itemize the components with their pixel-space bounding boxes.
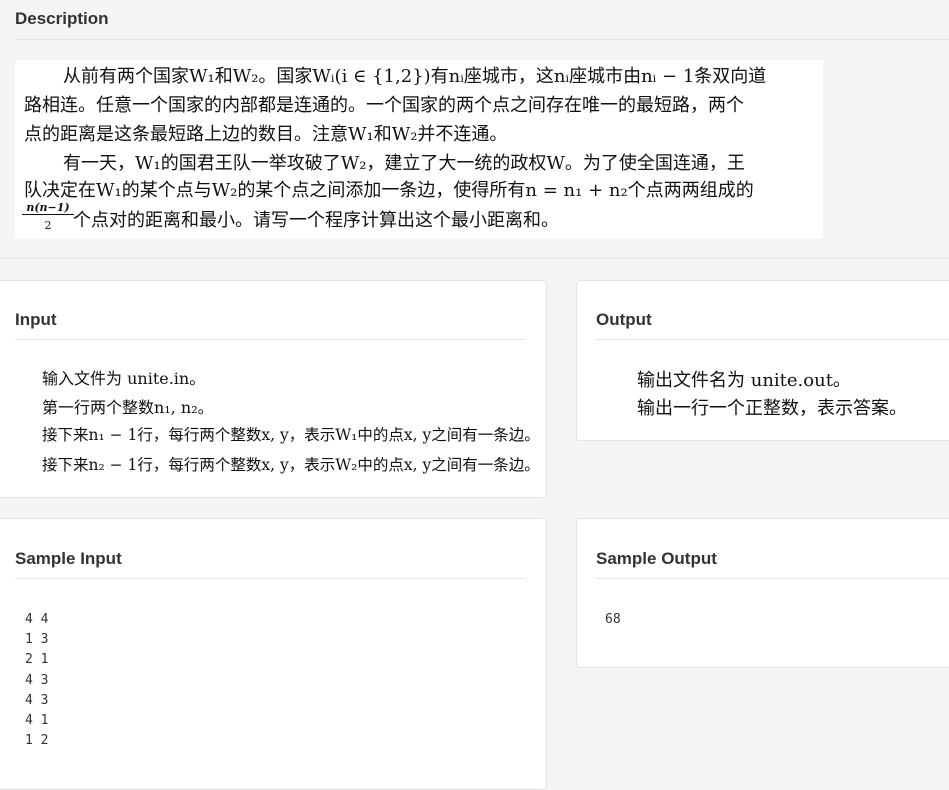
description-line-5: 队决定在W₁的某个点与W₂的某个点之间添加一条边，使得所有n = n₁ + n₂… bbox=[24, 180, 754, 201]
fraction-numerator: n(n−1) bbox=[22, 201, 74, 215]
input-heading: Input bbox=[15, 310, 57, 329]
output-panel: Output 输出文件名为 unite.out。 输出一行一个正整数，表示答案。 bbox=[576, 280, 949, 441]
description-fraction: n(n−1) 2 bbox=[22, 201, 74, 232]
output-heading: Output bbox=[596, 310, 652, 329]
description-body: 从前有两个国家W₁和W₂。国家Wᵢ(i ∈ {1,2})有nᵢ座城市，这nᵢ座城… bbox=[15, 60, 823, 239]
input-line-2: 第一行两个整数n₁, n₂。 bbox=[42, 398, 214, 417]
output-divider bbox=[596, 339, 949, 340]
input-line-4: 接下来n₂ − 1行，每行两个整数x, y，表示W₂中的点x, y之间有一条边。 bbox=[42, 456, 540, 474]
description-line-1: 从前有两个国家W₁和W₂。国家Wᵢ(i ∈ {1,2})有nᵢ座城市，这nᵢ座城… bbox=[63, 66, 767, 87]
output-body: 输出文件名为 unite.out。 输出一行一个正整数，表示答案。 bbox=[596, 361, 944, 421]
input-line-1: 输入文件为 unite.in。 bbox=[42, 369, 206, 388]
output-line-1: 输出文件名为 unite.out。 bbox=[637, 370, 851, 391]
description-heading: Description bbox=[15, 9, 109, 28]
sample-input-heading: Sample Input bbox=[15, 549, 122, 568]
fraction-denominator: 2 bbox=[44, 219, 52, 232]
sample-output-divider bbox=[596, 578, 949, 579]
description-line-3: 点的距离是这条最短路上边的数目。注意W₁和W₂并不连通。 bbox=[24, 124, 508, 145]
sample-output-heading: Sample Output bbox=[596, 549, 717, 568]
sample-input-code: 4 4 1 3 2 1 4 3 4 3 4 1 1 2 bbox=[25, 612, 49, 749]
input-body: 输入文件为 unite.in。 第一行两个整数n₁, n₂。 接下来n₁ − 1… bbox=[15, 361, 540, 479]
input-panel: Input 输入文件为 unite.in。 第一行两个整数n₁, n₂。 接下来… bbox=[0, 280, 547, 498]
sample-output-panel: Sample Output 68 bbox=[576, 518, 949, 668]
sample-output-code: 68 bbox=[605, 612, 621, 627]
input-divider bbox=[15, 339, 525, 340]
sample-input-divider bbox=[15, 578, 525, 579]
description-divider bbox=[15, 39, 949, 40]
section-divider bbox=[0, 258, 949, 259]
output-line-2: 输出一行一个正整数，表示答案。 bbox=[637, 398, 907, 419]
description-line-4: 有一天，W₁的国君王队一举攻破了W₂，建立了大一统的政权W。为了使全国连通，王 bbox=[63, 153, 745, 174]
sample-input-panel: Sample Input 4 4 1 3 2 1 4 3 4 3 4 1 1 2 bbox=[0, 518, 547, 790]
description-line-6: 个点对的距离和最小。请写一个程序计算出这个最小距离和。 bbox=[73, 210, 559, 231]
description-line-2: 路相连。任意一个国家的内部都是连通的。一个国家的两个点之间存在唯一的最短路，两个 bbox=[24, 95, 744, 116]
input-line-3: 接下来n₁ − 1行，每行两个整数x, y，表示W₁中的点x, y之间有一条边。 bbox=[42, 426, 540, 444]
